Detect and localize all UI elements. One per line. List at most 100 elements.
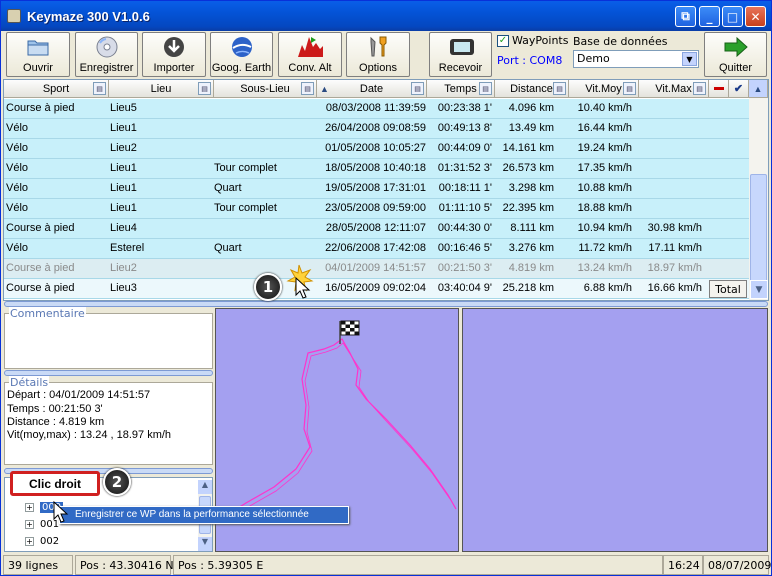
quit-button[interactable]: Quitter [704,32,767,77]
filter-icon[interactable]: ▤ [553,82,566,95]
table-row[interactable]: Course à pied Lieu3 16/05/2009 09:02:04 03:… [4,279,749,299]
check-all-icon[interactable]: ✔ [729,80,749,98]
minimize-button[interactable]: _ [699,6,720,27]
table-cell-temps: 00:44:09 0' [437,142,492,154]
google-earth-button[interactable]: Goog. Earth [210,32,273,77]
table-cell-distance: 25.218 km [502,282,554,294]
table-cell-lieu: Lieu5 [110,102,137,114]
options-button[interactable]: Options [346,32,410,77]
database-label: Base de données [573,35,668,48]
collapse-column-icon[interactable] [709,80,729,98]
column-header-vitmoy[interactable]: Vit.Moy ▤ [569,80,639,98]
table-cell-temps: 01:31:52 3' [437,162,492,174]
table-cell-vmax: 30.98 km/h [647,222,702,234]
table-cell-vmoy: 18.88 km/h [577,202,632,214]
callout-badge-2: 2 [103,468,131,496]
comment-panel[interactable]: Commentaire [4,307,213,369]
table-row[interactable]: Course à pied Lieu2 04/01/2009 14:51:57 00:… [4,259,749,279]
filter-icon[interactable]: ▤ [479,82,492,95]
filter-icon[interactable]: ▤ [693,82,706,95]
table-cell-vmoy: 10.88 km/h [577,182,632,194]
table-cell-date: 22/06/2008 17:42:08 [325,242,426,254]
table-row[interactable]: Course à pied Lieu4 28/05/2008 12:11:07 00:… [4,219,749,239]
disc-icon [94,35,120,59]
chevron-up-icon[interactable]: ▲ [198,480,212,494]
table-row[interactable]: Vélo Lieu1 Tour complet 18/05/2008 10:40:18… [4,159,749,179]
gps-device-icon [448,35,474,59]
context-menu-item-save-waypoint[interactable]: Enregistrer ce WP dans la performance sé… [59,506,349,524]
details-label: Détails [9,376,50,389]
receive-label: Recevoir [438,62,483,74]
table-row[interactable]: Vélo Lieu1 26/04/2008 09:08:59 00:49:13 8' 1… [4,119,749,139]
maximize-button[interactable]: □ [722,6,743,27]
open-button[interactable]: Ouvrir [6,32,70,77]
filter-icon[interactable]: ▤ [301,82,314,95]
save-label: Enregistrer [79,62,134,74]
save-button[interactable]: Enregistrer [75,32,138,77]
table-row[interactable]: Vélo Lieu2 01/05/2008 10:05:27 00:44:09 0' 1… [4,139,749,159]
column-header-temps[interactable]: Temps ▤ [427,80,495,98]
table-cell-distance: 22.395 km [502,202,554,214]
chevron-down-icon[interactable]: ▼ [198,537,212,551]
table-cell-date: 26/04/2008 09:08:59 [325,122,426,134]
column-header-vitmax[interactable]: Vit.Max ▤ [639,80,709,98]
altitude-chart-icon [297,35,323,59]
waypoints-checkbox[interactable]: ✓ [497,34,509,47]
scroll-up-icon[interactable]: ▲ [749,80,768,98]
table-cell-date: 23/05/2008 09:59:00 [325,202,426,214]
database-select[interactable]: Demo ▼ [573,50,699,68]
scroll-down-icon[interactable]: ▼ [750,280,768,299]
receive-button[interactable]: Recevoir [429,32,492,77]
mouse-pointer-icon [53,500,69,526]
table-cell-temps: 00:44:30 0' [437,222,492,234]
table-cell-sport: Vélo [6,202,29,214]
scrollbar-thumb[interactable] [750,174,767,294]
tree-item[interactable]: +002 [25,536,59,547]
filter-icon[interactable]: ▤ [411,82,424,95]
table-cell-temps: 00:16:46 5' [437,242,492,254]
table-cell-lieu: Lieu2 [110,262,137,274]
column-header-sport[interactable]: Sport ▤ [4,80,109,98]
filter-icon[interactable]: ▤ [623,82,636,95]
total-button[interactable]: Total [709,280,747,298]
column-header-date[interactable]: ▲ Date ▤ [317,80,427,98]
table-row[interactable]: Vélo Esterel Quart 22/06/2008 17:42:08 00:16… [4,239,749,259]
horizontal-splitter[interactable] [4,301,768,307]
table-cell-lieu: Lieu1 [110,162,137,174]
column-header-distance[interactable]: Distance ▤ [495,80,569,98]
table-cell-vmax: 16.66 km/h [647,282,702,294]
conv-alt-button[interactable]: Conv. Alt [278,32,342,77]
details-temps: Temps : 00:21:50 3' [7,403,103,415]
expand-icon[interactable]: + [25,520,34,529]
vertical-scrollbar[interactable] [749,98,768,300]
table-cell-date: 08/03/2008 11:39:59 [325,102,426,114]
altitude-panel[interactable] [462,308,768,552]
folder-icon [25,35,51,59]
options-label: Options [359,62,397,74]
table-cell-date: 01/05/2008 10:05:27 [325,142,426,154]
column-header-lieu[interactable]: Lieu ▤ [109,80,214,98]
chevron-down-icon[interactable]: ▼ [682,52,697,66]
table-cell-lieu: Lieu4 [110,222,137,234]
restore-icon[interactable]: ⧉ [675,6,696,27]
tools-icon [365,35,391,59]
globe-icon [229,35,255,59]
expand-icon[interactable]: + [25,537,34,546]
sort-up-icon[interactable]: ▲ [320,84,329,94]
conv-alt-label: Conv. Alt [288,62,332,74]
waypoints-toggle[interactable]: ✓ WayPoints [497,34,568,47]
table-cell-sport: Course à pied [6,102,75,114]
table-row[interactable]: Course à pied Lieu5 08/03/2008 11:39:59 00:… [4,99,749,119]
table-cell-temps: 00:49:13 8' [437,122,492,134]
close-button[interactable]: ✕ [745,6,766,27]
table-row[interactable]: Vélo Lieu1 Tour complet 23/05/2008 09:59:00… [4,199,749,219]
table-cell-date: 19/05/2008 17:31:01 [325,182,426,194]
table-cell-vmoy: 10.94 km/h [577,222,632,234]
table-cell-souslieu: Quart [214,182,242,194]
column-header-souslieu[interactable]: Sous-Lieu ▤ [214,80,317,98]
table-row[interactable]: Vélo Lieu1 Quart 19/05/2008 17:31:01 00:18:1… [4,179,749,199]
filter-icon[interactable]: ▤ [198,82,211,95]
filter-icon[interactable]: ▤ [93,82,106,95]
expand-icon[interactable]: + [25,503,34,512]
import-button[interactable]: Importer [142,32,206,77]
